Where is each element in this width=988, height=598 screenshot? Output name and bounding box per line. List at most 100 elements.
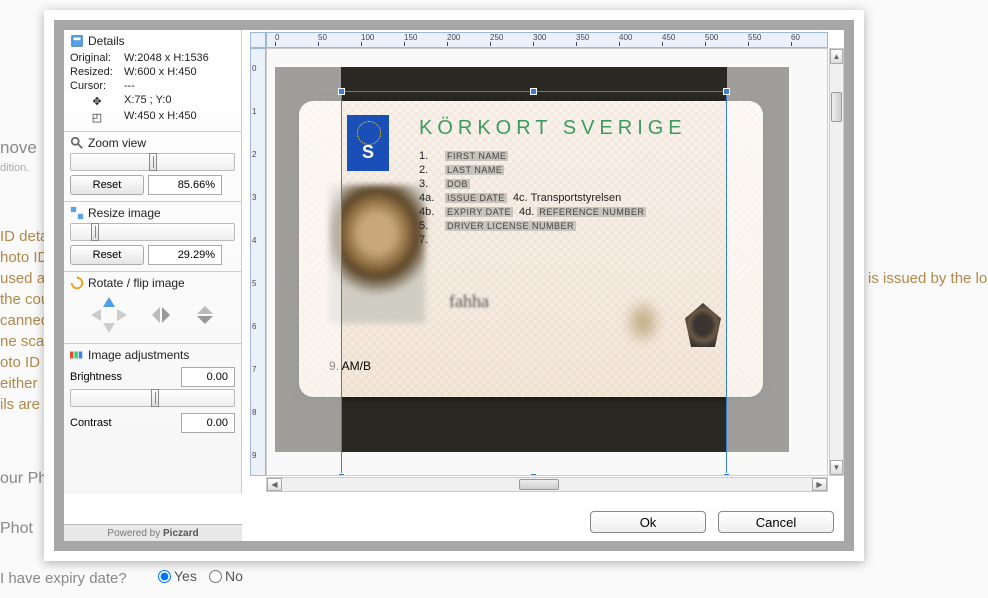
rotate-down-icon[interactable]	[103, 323, 115, 333]
ruler-tick: 400	[619, 33, 632, 42]
scroll-right-icon[interactable]: ▶	[812, 478, 827, 491]
image-editor-modal: Details Original:W:2048 x H:1536 Resized…	[44, 10, 864, 561]
ruler-tick: 3	[252, 193, 256, 202]
scroll-thumb[interactable]	[831, 92, 842, 122]
bg-text: used a	[0, 270, 45, 287]
vertical-scrollbar[interactable]: ▲ ▼	[829, 48, 844, 476]
workspace[interactable]: S KÖRKORT SVERIGE 1.FIRST NAME 2.LAST NA…	[266, 48, 828, 476]
contrast-label: Contrast	[70, 417, 177, 429]
ruler-tick: 250	[490, 33, 503, 42]
flip-vertical-button[interactable]	[195, 305, 215, 325]
resize-section: Resize image Reset 29.29%	[64, 202, 241, 272]
crop-rectangle[interactable]	[341, 91, 727, 476]
bg-text: I have expiry date?	[0, 570, 127, 587]
original-dims: W:2048 x H:1536	[124, 52, 235, 64]
cancel-button[interactable]: Cancel	[718, 511, 834, 533]
ruler-tick: 0	[275, 33, 279, 42]
ruler-tick: 100	[361, 33, 374, 42]
zoom-slider[interactable]	[70, 153, 235, 171]
zoom-reset-button[interactable]: Reset	[70, 175, 144, 195]
bg-text: ils are	[0, 396, 40, 413]
crop-size: W:450 x H:450	[124, 110, 235, 124]
zoom-icon	[70, 136, 84, 150]
scroll-up-icon[interactable]: ▲	[830, 49, 843, 64]
resize-reset-button[interactable]: Reset	[70, 245, 144, 265]
rotate-left-icon[interactable]	[91, 309, 101, 321]
bg-text: hoto ID	[0, 249, 48, 266]
crop-handle[interactable]	[723, 473, 730, 476]
horizontal-ruler: 05010015020025030035040045050055060	[266, 32, 828, 48]
rotate-up-icon[interactable]	[103, 297, 115, 307]
resize-icon	[70, 206, 84, 220]
bg-text: nove	[0, 138, 37, 158]
brightness-label: Brightness	[70, 371, 177, 383]
zoom-section: Zoom view Reset 85.66%	[64, 132, 241, 202]
ruler-tick: 2	[252, 150, 256, 159]
crop-handle[interactable]	[338, 88, 345, 95]
horizontal-scrollbar[interactable]: ◀ ▶	[266, 477, 828, 492]
ruler-corner	[250, 32, 266, 48]
contrast-value: 0.00	[181, 413, 235, 433]
ruler-tick: 50	[318, 33, 327, 42]
scroll-left-icon[interactable]: ◀	[267, 478, 282, 491]
image-stage: S KÖRKORT SVERIGE 1.FIRST NAME 2.LAST NA…	[275, 67, 789, 452]
rotate-control[interactable]	[91, 297, 127, 333]
ruler-tick: 150	[404, 33, 417, 42]
bg-text: either	[0, 375, 38, 392]
footer-buttons: Ok Cancel	[590, 511, 834, 533]
ruler-tick: 300	[533, 33, 546, 42]
zoom-value: 85.66%	[148, 175, 222, 195]
ruler-tick: 7	[252, 365, 256, 374]
rotate-right-icon[interactable]	[117, 309, 127, 321]
ok-button[interactable]: Ok	[590, 511, 706, 533]
powered-by: Powered by Piczard	[64, 524, 242, 541]
ruler-tick: 9	[252, 451, 256, 460]
bg-text: canned	[0, 312, 49, 329]
resize-title: Resize image	[88, 206, 161, 220]
bg-text: the cou	[0, 291, 49, 308]
ruler-tick: 8	[252, 408, 256, 417]
crop-handle[interactable]	[338, 473, 345, 476]
bg-text: ID deta	[0, 228, 48, 245]
move-icon: ✥	[70, 94, 124, 108]
crop-handle[interactable]	[530, 473, 537, 476]
bg-text: is issued by the loc	[868, 270, 988, 287]
resized-dims: W:600 x H:450	[124, 66, 235, 78]
details-title: Details	[88, 34, 125, 48]
vertical-ruler: 0 1 2 3 4 5 6 7 8 9	[250, 48, 266, 476]
bg-text: dition.	[0, 162, 29, 174]
bg-text: Phot	[0, 520, 33, 538]
radio-no[interactable]: No	[209, 568, 243, 584]
info-icon	[70, 34, 84, 48]
ruler-tick: 0	[252, 64, 256, 73]
ruler-tick: 500	[705, 33, 718, 42]
ruler-tick: 350	[576, 33, 589, 42]
cursor-pos: ---	[124, 80, 235, 92]
ruler-tick: 6	[252, 322, 256, 331]
resize-slider[interactable]	[70, 223, 235, 241]
left-panel: Details Original:W:2048 x H:1536 Resized…	[64, 30, 242, 494]
resize-value: 29.29%	[148, 245, 222, 265]
ruler-tick: 550	[748, 33, 761, 42]
adjustments-icon	[70, 348, 84, 362]
crop-handle[interactable]	[723, 88, 730, 95]
ruler-tick: 4	[252, 236, 256, 245]
crop-icon: ◰	[70, 110, 124, 124]
ruler-tick: 200	[447, 33, 460, 42]
ruler-tick: 5	[252, 279, 256, 288]
rotate-icon	[70, 276, 84, 290]
radio-yes[interactable]: Yes	[158, 568, 197, 584]
details-section: Details Original:W:2048 x H:1536 Resized…	[64, 30, 241, 132]
bg-text: our Ph	[0, 470, 47, 488]
scroll-thumb[interactable]	[519, 479, 559, 490]
ruler-tick: 450	[662, 33, 675, 42]
rotate-title: Rotate / flip image	[88, 276, 185, 290]
adjustments-title: Image adjustments	[88, 348, 189, 362]
rotate-section: Rotate / flip image	[64, 272, 241, 344]
ruler-tick: 1	[252, 107, 256, 116]
crop-handle[interactable]	[530, 88, 537, 95]
scroll-down-icon[interactable]: ▼	[830, 460, 843, 475]
flip-horizontal-button[interactable]	[151, 305, 171, 325]
canvas-area: 0 50 100 150 200 250 300 350 400 450 500 550 6 0 0 1 2 3…	[242, 30, 844, 494]
brightness-slider[interactable]	[70, 389, 235, 407]
